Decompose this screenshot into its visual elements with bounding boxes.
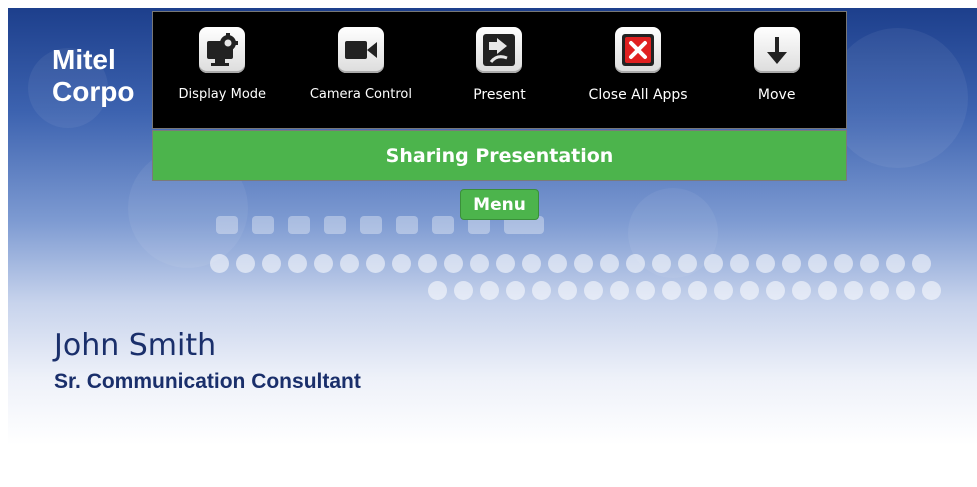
person-title: Sr. Communication Consultant — [54, 370, 361, 393]
person-name: John Smith — [54, 328, 217, 363]
close-all-apps-button[interactable]: Close All Apps — [569, 12, 708, 128]
wireless-icon — [396, 216, 418, 234]
voicemail-icon — [324, 216, 346, 234]
gauge-icon — [360, 216, 382, 234]
camera-control-button[interactable]: Camera Control — [292, 12, 431, 128]
display-mode-icon — [199, 27, 246, 73]
present-button[interactable]: Present — [430, 12, 569, 128]
close-all-apps-label: Close All Apps — [588, 87, 688, 103]
move-label: Move — [757, 87, 796, 103]
company-name: Mitel Corpo — [52, 44, 134, 108]
close-all-icon — [615, 27, 662, 73]
display-mode-label: Display Mode — [178, 87, 267, 102]
speaker-icon — [288, 216, 310, 234]
arrows-icon — [216, 216, 238, 234]
decor-bubble — [828, 28, 968, 168]
arrow-down-icon — [753, 27, 800, 73]
decor-dots-row-2 — [428, 281, 941, 300]
present-label: Present — [473, 87, 526, 103]
company-line-2: Corpo — [52, 76, 135, 107]
menu-button[interactable]: Menu — [460, 189, 539, 220]
sharing-status-banner: Sharing Presentation — [152, 130, 847, 181]
move-button[interactable]: Move — [707, 12, 846, 128]
presentation-toolbar: Display Mode Camera Control Present Clos… — [152, 11, 847, 129]
at-sign-icon — [432, 216, 454, 234]
decor-dots-row-1 — [210, 254, 931, 273]
present-icon — [476, 27, 523, 73]
laptop-icon — [252, 216, 274, 234]
camera-icon — [337, 27, 384, 73]
camera-control-label: Camera Control — [309, 87, 412, 102]
display-mode-button[interactable]: Display Mode — [153, 12, 292, 128]
company-line-1: Mitel — [52, 44, 116, 75]
